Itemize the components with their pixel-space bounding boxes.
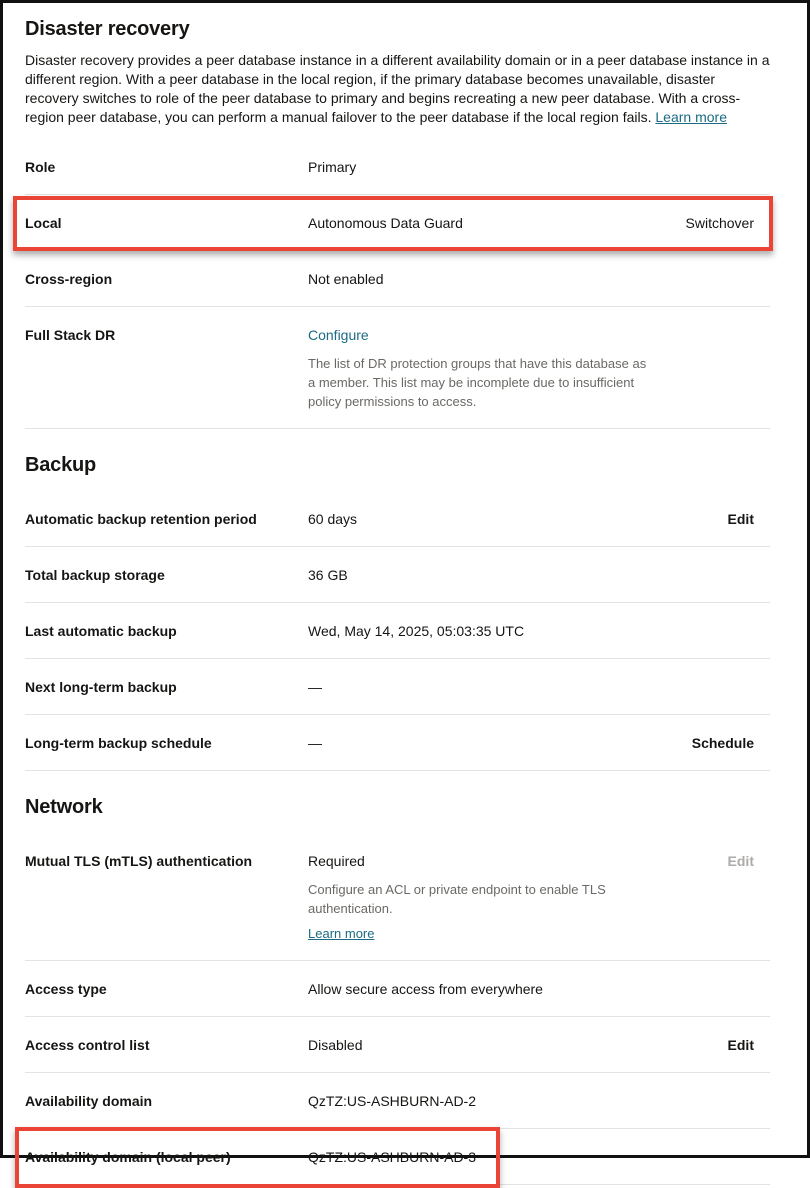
switchover-link[interactable]: Switchover — [686, 215, 754, 231]
schedule-link[interactable]: Schedule — [692, 735, 754, 751]
row-automatic-backup-retention-period: Automatic backup retention period 60 day… — [25, 491, 770, 547]
row-value: — — [308, 678, 770, 697]
row-label: Total backup storage — [25, 566, 308, 585]
row-long-term-backup-schedule: Long-term backup schedule — Schedule — [25, 715, 770, 771]
row-label: Access type — [25, 980, 308, 999]
row-local: Local Autonomous Data Guard Switchover — [25, 195, 770, 251]
row-label: Next long-term backup — [25, 678, 308, 697]
row-access-control-list: Access control list Disabled Edit — [25, 1017, 770, 1073]
row-access-type: Access type Allow secure access from eve… — [25, 961, 770, 1017]
row-availability-domain-local-peer: Availability domain (local peer) QzTZ:US… — [25, 1129, 770, 1185]
row-label: Mutual TLS (mTLS) authentication — [25, 852, 308, 871]
row-label: Long-term backup schedule — [25, 734, 308, 753]
row-value: — — [308, 734, 692, 753]
row-last-automatic-backup: Last automatic backup Wed, May 14, 2025,… — [25, 603, 770, 659]
row-value: Not enabled — [308, 270, 770, 289]
row-mutual-tls-authentication: Mutual TLS (mTLS) authentication Require… — [25, 833, 770, 961]
row-action: Edit — [728, 852, 754, 871]
edit-retention-link[interactable]: Edit — [728, 511, 754, 527]
row-label: Availability domain — [25, 1092, 308, 1111]
row-value: QzTZ:US-ASHBURN-AD-2 — [308, 1092, 770, 1111]
row-value: Required Configure an ACL or private end… — [308, 852, 728, 943]
row-value: Wed, May 14, 2025, 05:03:35 UTC — [308, 622, 770, 641]
row-label: Last automatic backup — [25, 622, 308, 641]
row-action: Switchover — [686, 214, 754, 233]
row-cross-region: Cross-region Not enabled — [25, 251, 770, 307]
row-value: Autonomous Data Guard — [308, 214, 686, 233]
mtls-learn-more-link[interactable]: Learn more — [308, 924, 374, 943]
edit-acl-link[interactable]: Edit — [728, 1037, 754, 1053]
configure-link[interactable]: Configure — [308, 327, 369, 343]
row-label: Full Stack DR — [25, 326, 308, 345]
row-action: Edit — [728, 1036, 754, 1055]
row-availability-domain: Availability domain QzTZ:US-ASHBURN-AD-2 — [25, 1073, 770, 1129]
row-action: Schedule — [692, 734, 754, 753]
section-title-disaster-recovery: Disaster recovery — [25, 17, 770, 41]
row-label: Cross-region — [25, 270, 308, 289]
row-label: Local — [25, 214, 308, 233]
mtls-value: Required — [308, 853, 365, 869]
row-label: Automatic backup retention period — [25, 510, 308, 529]
row-label: Access control list — [25, 1036, 308, 1055]
row-role: Role Primary — [25, 139, 770, 195]
row-action: Edit — [728, 510, 754, 529]
row-value: Configure The list of DR protection grou… — [308, 326, 770, 411]
disaster-recovery-description: Disaster recovery provides a peer databa… — [25, 51, 770, 127]
row-total-backup-storage: Total backup storage 36 GB — [25, 547, 770, 603]
section-title-backup: Backup — [25, 452, 770, 478]
row-next-long-term-backup: Next long-term backup — — [25, 659, 770, 715]
row-value: Disabled — [308, 1036, 728, 1055]
row-label: Role — [25, 158, 308, 177]
details-panel: Disaster recovery Disaster recovery prov… — [3, 3, 807, 1185]
row-full-stack-dr: Full Stack DR Configure The list of DR p… — [25, 307, 770, 429]
learn-more-link[interactable]: Learn more — [655, 109, 727, 125]
row-value: Primary — [308, 158, 770, 177]
row-value: 36 GB — [308, 566, 770, 585]
full-stack-dr-helper-text: The list of DR protection groups that ha… — [308, 354, 656, 411]
section-title-network: Network — [25, 794, 770, 820]
row-value: 60 days — [308, 510, 728, 529]
edit-mtls-link-disabled: Edit — [728, 853, 754, 869]
mtls-helper-text: Configure an ACL or private endpoint to … — [308, 880, 688, 918]
row-value: Allow secure access from everywhere — [308, 980, 770, 999]
